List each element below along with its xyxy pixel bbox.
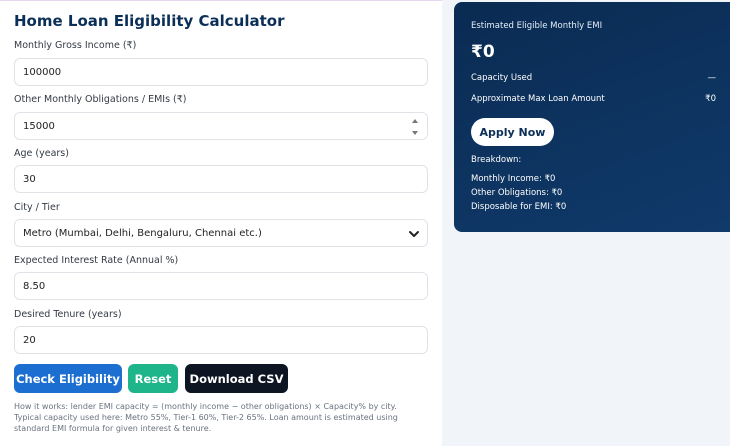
check-eligibility-button[interactable]: Check Eligibility [14,364,122,393]
max-loan-label: Approximate Max Loan Amount [471,94,605,104]
breakdown-other-obligations: Other Obligations: ₹0 [471,188,563,198]
reset-button[interactable]: Reset [128,364,178,393]
income-label: Monthly Gross Income (₹) [14,40,137,51]
chevron-down-icon [409,231,419,237]
city-select[interactable]: Metro (Mumbai, Delhi, Bengaluru, Chennai… [14,219,428,247]
obligations-label: Other Monthly Obligations / EMIs (₹) [14,94,187,105]
breakdown-label: Breakdown: [471,155,522,165]
breakdown-disposable: Disposable for EMI: ₹0 [471,202,567,212]
capacity-value: — [707,73,717,83]
tenure-value: 20 [23,334,36,346]
apply-now-button[interactable]: Apply Now [471,118,554,146]
obligations-value: 15000 [23,120,55,132]
city-selected-value: Metro (Mumbai, Delhi, Bengaluru, Chennai… [23,227,262,239]
capacity-label: Capacity Used [471,73,533,83]
rate-input[interactable]: 8.50 [14,272,428,300]
tenure-input[interactable]: 20 [14,326,428,354]
capacity-row: Capacity Used — [471,73,716,83]
age-value: 30 [23,173,36,185]
max-loan-row: Approximate Max Loan Amount ₹0 [471,94,716,104]
age-label: Age (years) [14,148,69,159]
max-loan-value: ₹0 [705,94,716,104]
income-input[interactable]: 100000 [14,58,428,86]
city-label: City / Tier [14,202,60,213]
breakdown-monthly-income: Monthly Income: ₹0 [471,174,556,184]
download-csv-button[interactable]: Download CSV [185,364,288,393]
age-input[interactable]: 30 [14,165,428,193]
tenure-label: Desired Tenure (years) [14,309,122,320]
page-title: Home Loan Eligibility Calculator [14,12,285,30]
result-heading: Estimated Eligible Monthly EMI [471,21,603,31]
calculator-form-panel: Home Loan Eligibility Calculator Monthly… [0,0,442,446]
estimated-emi-value: ₹0 [471,42,495,62]
rate-value: 8.50 [23,280,46,292]
result-card: Estimated Eligible Monthly EMI ₹0 Capaci… [454,2,730,232]
rate-label: Expected Interest Rate (Annual %) [14,255,179,266]
number-stepper-icon[interactable] [411,119,419,135]
how-it-works-note: How it works: lender EMI capacity = (mon… [14,402,398,433]
income-value: 100000 [23,66,62,78]
obligations-input[interactable]: 15000 [14,112,428,140]
